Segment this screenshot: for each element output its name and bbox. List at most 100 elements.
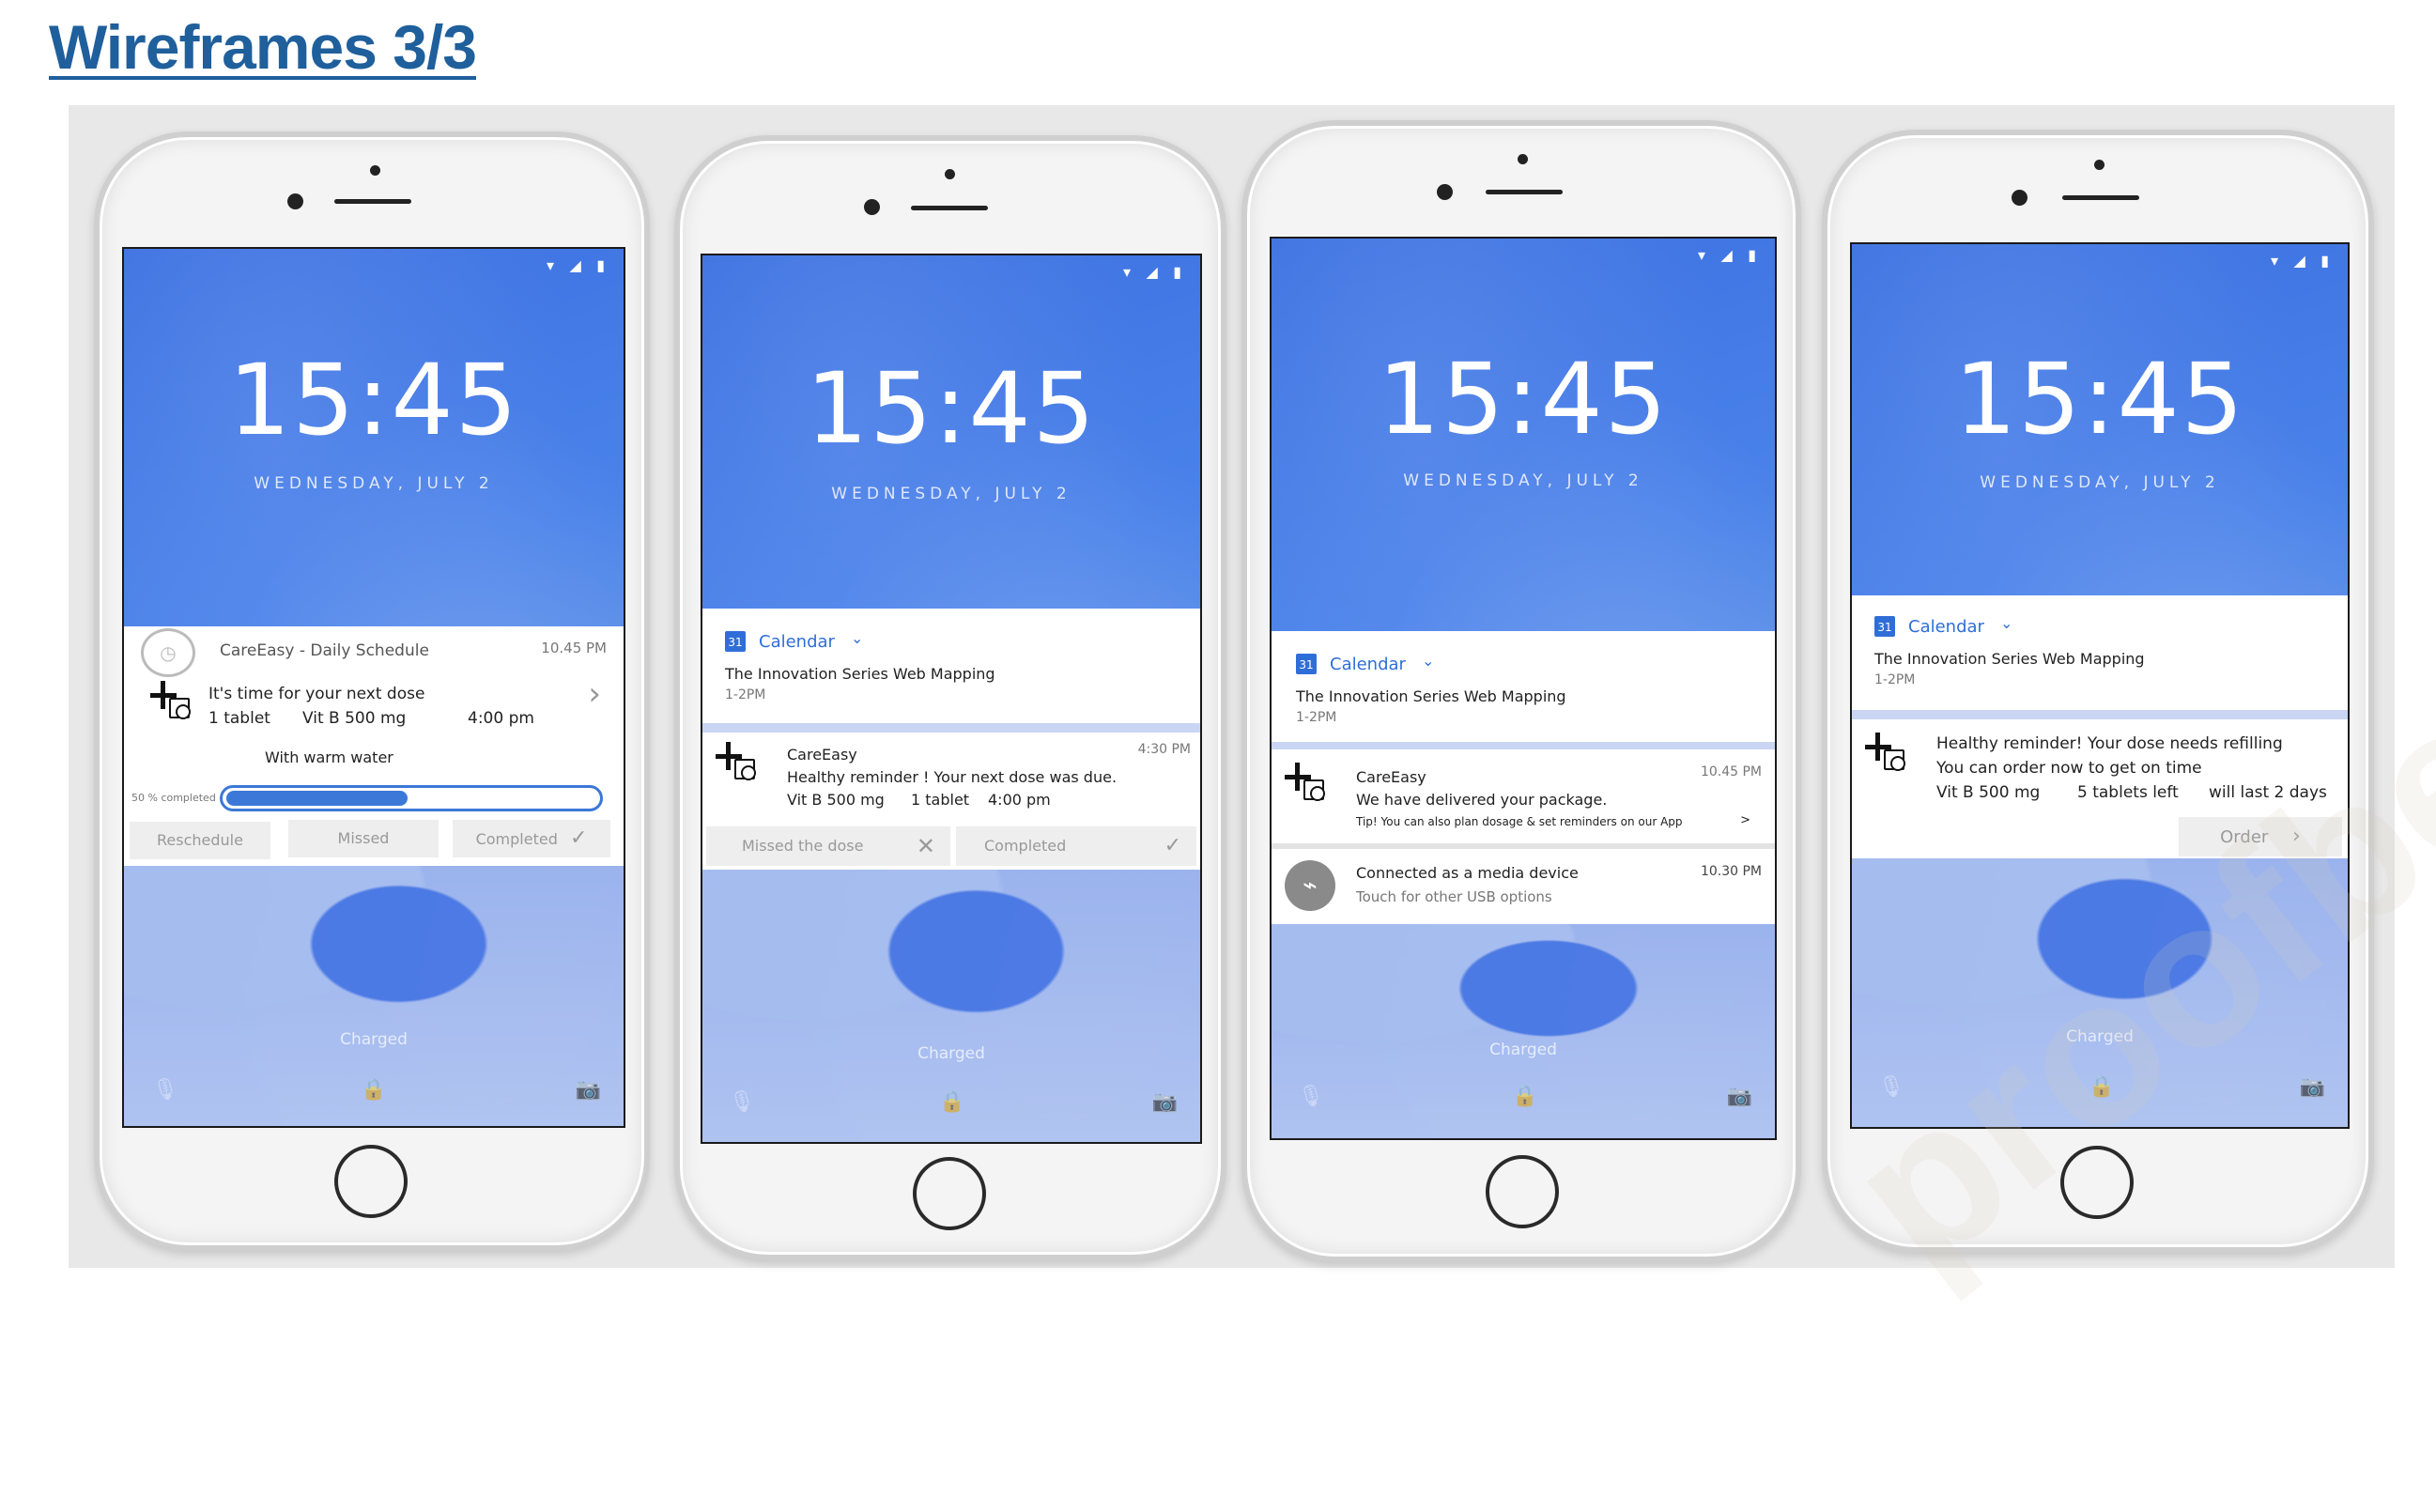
mic-icon[interactable]: 🎙 (1298, 1084, 1324, 1108)
lock-screen: ▾ ◢ ▮ 15:45 WEDNESDAY, JULY 2 31 Calenda… (701, 254, 1202, 1144)
calendar-event-title: The Innovation Series Web Mapping (1874, 650, 2145, 668)
lock-date: WEDNESDAY, JULY 2 (1403, 471, 1643, 490)
missed-dose-label: Missed the dose (742, 837, 864, 855)
charging-status: Charged (2066, 1027, 2134, 1046)
calendar-event-title: The Innovation Series Web Mapping (1296, 687, 1566, 705)
check-icon: ✓ (569, 826, 588, 850)
speaker (1486, 190, 1563, 194)
page-title: Wireframes 3/3 (49, 12, 477, 82)
reschedule-button[interactable]: Reschedule (130, 822, 270, 859)
charging-status: Charged (340, 1030, 408, 1049)
calendar-event-title: The Innovation Series Web Mapping (725, 665, 995, 683)
usb-time: 10.30 PM (1700, 864, 1762, 879)
phone-1: ▾ ◢ ▮ 15:45 WEDNESDAY, JULY 2 ◷ CareEasy… (94, 131, 650, 1251)
notification-calendar[interactable]: 31 Calendar ⌄ The Innovation Series Web … (1852, 595, 2348, 710)
front-sensor (370, 165, 380, 176)
lock-date: WEDNESDAY, JULY 2 (831, 485, 1072, 503)
front-sensor (1518, 154, 1528, 164)
check-icon: ✓ (1164, 834, 1181, 857)
mic-icon[interactable]: 🎙 (1878, 1074, 1904, 1099)
usb-title: Connected as a media device (1356, 864, 1579, 882)
dose-quantity: 1 tablet (911, 791, 970, 809)
lock-icon[interactable]: 🔒 (2089, 1074, 2114, 1099)
pill-calendar-icon (1865, 733, 1905, 772)
tablets-left: 5 tablets left (2077, 783, 2179, 802)
pill-calendar-icon (716, 742, 756, 781)
front-camera (1437, 184, 1453, 200)
notification-time: 10.45 PM (541, 640, 607, 656)
notification-usb[interactable]: ⌁ Connected as a media device Touch for … (1272, 849, 1775, 924)
pill-calendar-icon (1285, 763, 1325, 802)
supply-duration: will last 2 days (2209, 783, 2327, 802)
dose-time: 4:00 pm (468, 709, 534, 728)
lock-clock: 15:45 (1954, 342, 2245, 456)
home-button[interactable] (2060, 1146, 2134, 1219)
calendar-event-time: 1-2PM (725, 687, 766, 702)
home-button[interactable] (913, 1157, 986, 1230)
completed-button[interactable]: Completed ✓ (956, 826, 1196, 866)
order-button[interactable]: Order › (2179, 817, 2342, 856)
notification-message: We have delivered your package. (1356, 791, 1608, 809)
notification-divider (1272, 742, 1775, 749)
dose-time: 4:00 pm (988, 791, 1051, 809)
phone-3: ▾ ◢ ▮ 15:45 WEDNESDAY, JULY 2 31 Calenda… (1241, 120, 1801, 1262)
calendar-app-icon: 31 (725, 631, 746, 652)
lock-icon[interactable]: 🔒 (361, 1077, 386, 1102)
front-sensor (2094, 160, 2105, 170)
pill-calendar-icon (150, 681, 191, 720)
missed-dose-button[interactable]: Missed the dose ✕ (706, 826, 950, 866)
lock-icon[interactable]: 🔒 (1512, 1084, 1537, 1108)
refill-message: Healthy reminder! Your dose needs refill… (1936, 734, 2283, 753)
home-button[interactable] (1486, 1155, 1559, 1228)
notification-tip: Tip! You can also plan dosage & set remi… (1356, 815, 1683, 828)
lock-screen: ▾ ◢ ▮ 15:45 WEDNESDAY, JULY 2 31 Calenda… (1850, 242, 2350, 1129)
speaker (2062, 195, 2139, 200)
camera-icon[interactable]: 📷 (576, 1077, 601, 1102)
missed-button[interactable]: Missed (288, 820, 439, 857)
notification-careeasy[interactable]: CareEasy 10.45 PM We have delivered your… (1272, 749, 1775, 843)
completed-button[interactable]: Completed ✓ (453, 820, 610, 857)
notification-calendar[interactable]: 31 Calendar ⌄ The Innovation Series Web … (702, 609, 1200, 723)
camera-icon[interactable]: 📷 (2300, 1074, 2325, 1099)
front-camera (864, 199, 880, 215)
front-camera (287, 193, 303, 209)
lock-date: WEDNESDAY, JULY 2 (1980, 473, 2220, 492)
notification-app-name: CareEasy (1356, 768, 1426, 786)
dose-progress-bar (220, 785, 603, 811)
mic-icon[interactable]: 🎙 (152, 1077, 178, 1102)
notification-careeasy[interactable]: CareEasy 4:30 PM Healthy reminder ! Your… (702, 733, 1200, 870)
mic-icon[interactable]: 🎙 (729, 1089, 755, 1114)
drug-name: Vit B 500 mg (1936, 783, 2041, 802)
camera-icon[interactable]: 📷 (1727, 1084, 1752, 1108)
drug-name: Vit B 500 mg (302, 709, 407, 728)
lock-date: WEDNESDAY, JULY 2 (254, 474, 494, 493)
lock-icon[interactable]: 🔒 (939, 1089, 964, 1114)
calendar-event-time: 1-2PM (1296, 710, 1337, 725)
completed-label: Completed (984, 837, 1067, 855)
notification-time: 10.45 PM (1700, 764, 1762, 779)
notification-message: Healthy reminder ! Your next dose was du… (787, 768, 1118, 786)
usb-icon: ⌁ (1285, 860, 1335, 911)
tip-arrow[interactable]: > (1740, 813, 1750, 827)
chevron-down-icon[interactable]: ⌄ (1422, 652, 1434, 670)
calendar-app-name: Calendar (1908, 617, 1984, 637)
chevron-down-icon[interactable]: ⌄ (2000, 614, 2012, 632)
drug-name: Vit B 500 mg (787, 791, 885, 809)
status-icons: ▾ ◢ ▮ (2270, 254, 2335, 270)
notification-calendar[interactable]: 31 Calendar ⌄ The Innovation Series Web … (1272, 631, 1775, 742)
front-sensor (945, 169, 955, 179)
home-button[interactable] (334, 1145, 408, 1218)
notification-careeasy[interactable]: ◷ CareEasy - Daily Schedule 10.45 PM It'… (124, 626, 624, 866)
calendar-event-time: 1-2PM (1874, 672, 1916, 687)
chevron-right-icon[interactable]: › (588, 675, 601, 713)
lock-clock: 15:45 (806, 351, 1097, 466)
camera-icon[interactable]: 📷 (1152, 1089, 1178, 1114)
speaker (911, 206, 988, 210)
status-icons: ▾ ◢ ▮ (546, 258, 610, 274)
lock-screen: ▾ ◢ ▮ 15:45 WEDNESDAY, JULY 2 ◷ CareEasy… (122, 247, 625, 1128)
notification-divider (1852, 710, 2348, 719)
notification-refill[interactable]: Healthy reminder! Your dose needs refill… (1852, 719, 2348, 858)
chevron-down-icon[interactable]: ⌄ (851, 629, 863, 647)
calendar-app-name: Calendar (759, 632, 835, 652)
dose-quantity: 1 tablet (208, 709, 270, 728)
